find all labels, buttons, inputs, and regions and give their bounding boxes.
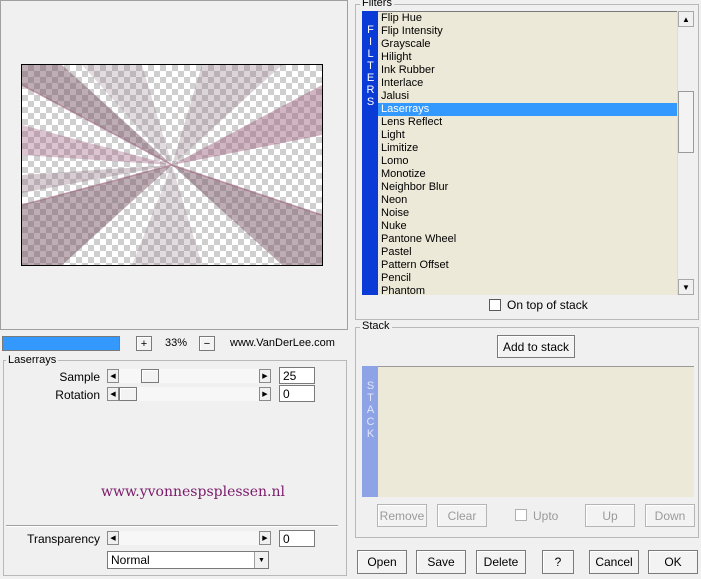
sample-label: Sample <box>59 370 100 384</box>
filter-list-scrollbar[interactable]: ▲ ▼ <box>677 11 694 295</box>
stack-list[interactable] <box>378 366 694 497</box>
blend-mode-value: Normal <box>111 553 150 567</box>
sample-value-field[interactable]: 25 <box>279 367 315 384</box>
scrollbar-thumb[interactable] <box>678 91 694 153</box>
filter-item[interactable]: Pastel <box>378 246 677 259</box>
filter-item[interactable]: Neon <box>378 194 677 207</box>
filter-item[interactable]: Grayscale <box>378 38 677 51</box>
sample-track[interactable] <box>119 369 259 383</box>
filter-item[interactable]: Interlace <box>378 77 677 90</box>
filter-item[interactable]: Limitize <box>378 142 677 155</box>
zoom-out-button[interactable]: − <box>199 336 215 351</box>
progress-fill <box>3 337 119 350</box>
sample-slider-thumb[interactable] <box>141 369 159 383</box>
help-button[interactable]: ? <box>542 550 574 574</box>
save-button[interactable]: Save <box>416 550 466 574</box>
filter-item[interactable]: Flip Hue <box>378 12 677 25</box>
separator <box>6 525 338 527</box>
filter-item[interactable]: Flip Intensity <box>378 25 677 38</box>
zoom-in-button[interactable]: + <box>136 336 152 351</box>
upto-label[interactable]: Upto <box>533 509 558 523</box>
up-button[interactable]: Up <box>585 504 635 527</box>
ok-button[interactable]: OK <box>648 550 698 574</box>
blend-mode-select[interactable]: Normal ▼ <box>107 551 269 569</box>
rotation-increase-button[interactable]: ▶ <box>259 387 271 401</box>
filter-item[interactable]: Nuke <box>378 220 677 233</box>
filter-item[interactable]: Neighbor Blur <box>378 181 677 194</box>
filter-item[interactable]: Phantom <box>378 285 677 295</box>
remove-button[interactable]: Remove <box>377 504 427 527</box>
stack-tab-label: STACK <box>364 380 377 440</box>
filter-item[interactable]: Noise <box>378 207 677 220</box>
upto-checkbox[interactable] <box>515 509 527 521</box>
on-top-of-stack-label[interactable]: On top of stack <box>507 298 588 312</box>
laserrays-preview <box>22 65 322 265</box>
rotation-decrease-button[interactable]: ◀ <box>107 387 119 401</box>
transparency-track[interactable] <box>119 531 259 545</box>
filter-item[interactable]: Pattern Offset <box>378 259 677 272</box>
filter-item[interactable]: Laserrays <box>378 103 677 116</box>
zoom-level: 33% <box>164 337 188 349</box>
filters-tab[interactable]: FILTERS <box>362 11 378 295</box>
delete-button[interactable]: Delete <box>476 550 526 574</box>
filters-tab-label: FILTERS <box>364 24 377 108</box>
credit-link[interactable]: www.VanDerLee.com <box>230 337 335 349</box>
filter-item[interactable]: Lens Reflect <box>378 116 677 129</box>
stack-tab[interactable]: STACK <box>362 366 378 497</box>
rotation-value-field[interactable]: 0 <box>279 385 315 402</box>
params-group-title: Laserrays <box>6 354 59 367</box>
transparency-decrease-button[interactable]: ◀ <box>107 531 119 545</box>
filter-item[interactable]: Ink Rubber <box>378 64 677 77</box>
preview-image[interactable] <box>21 64 323 266</box>
stack-group-title: Stack <box>360 320 392 333</box>
transparency-increase-button[interactable]: ▶ <box>259 531 271 545</box>
sample-decrease-button[interactable]: ◀ <box>107 369 119 383</box>
open-button[interactable]: Open <box>357 550 407 574</box>
down-button[interactable]: Down <box>645 504 695 527</box>
sample-increase-button[interactable]: ▶ <box>259 369 271 383</box>
filter-item[interactable]: Pencil <box>378 272 677 285</box>
watermark-text: www.yvonnespsplessen.nl <box>101 484 285 500</box>
rotation-track[interactable] <box>119 387 259 401</box>
progress-bar <box>2 336 120 351</box>
dropdown-arrow-icon[interactable]: ▼ <box>254 552 268 568</box>
scroll-down-button[interactable]: ▼ <box>678 279 694 295</box>
filter-item[interactable]: Jalusi <box>378 90 677 103</box>
filter-item[interactable]: Monotize <box>378 168 677 181</box>
scroll-up-button[interactable]: ▲ <box>678 11 694 27</box>
on-top-of-stack-checkbox[interactable] <box>489 299 501 311</box>
add-to-stack-button[interactable]: Add to stack <box>497 335 575 358</box>
clear-button[interactable]: Clear <box>437 504 487 527</box>
filter-item[interactable]: Hilight <box>378 51 677 64</box>
transparency-label: Transparency <box>27 532 100 546</box>
cancel-button[interactable]: Cancel <box>589 550 639 574</box>
rotation-label: Rotation <box>55 388 100 402</box>
filter-item[interactable]: Pantone Wheel <box>378 233 677 246</box>
filter-item[interactable]: Light <box>378 129 677 142</box>
rotation-slider-thumb[interactable] <box>119 387 137 401</box>
filters-group-title: Filters <box>360 0 394 10</box>
filter-item[interactable]: Lomo <box>378 155 677 168</box>
filter-list[interactable]: Flip Hue Flip Intensity Grayscale Hilight In… <box>378 11 677 295</box>
transparency-value-field[interactable]: 0 <box>279 530 315 547</box>
